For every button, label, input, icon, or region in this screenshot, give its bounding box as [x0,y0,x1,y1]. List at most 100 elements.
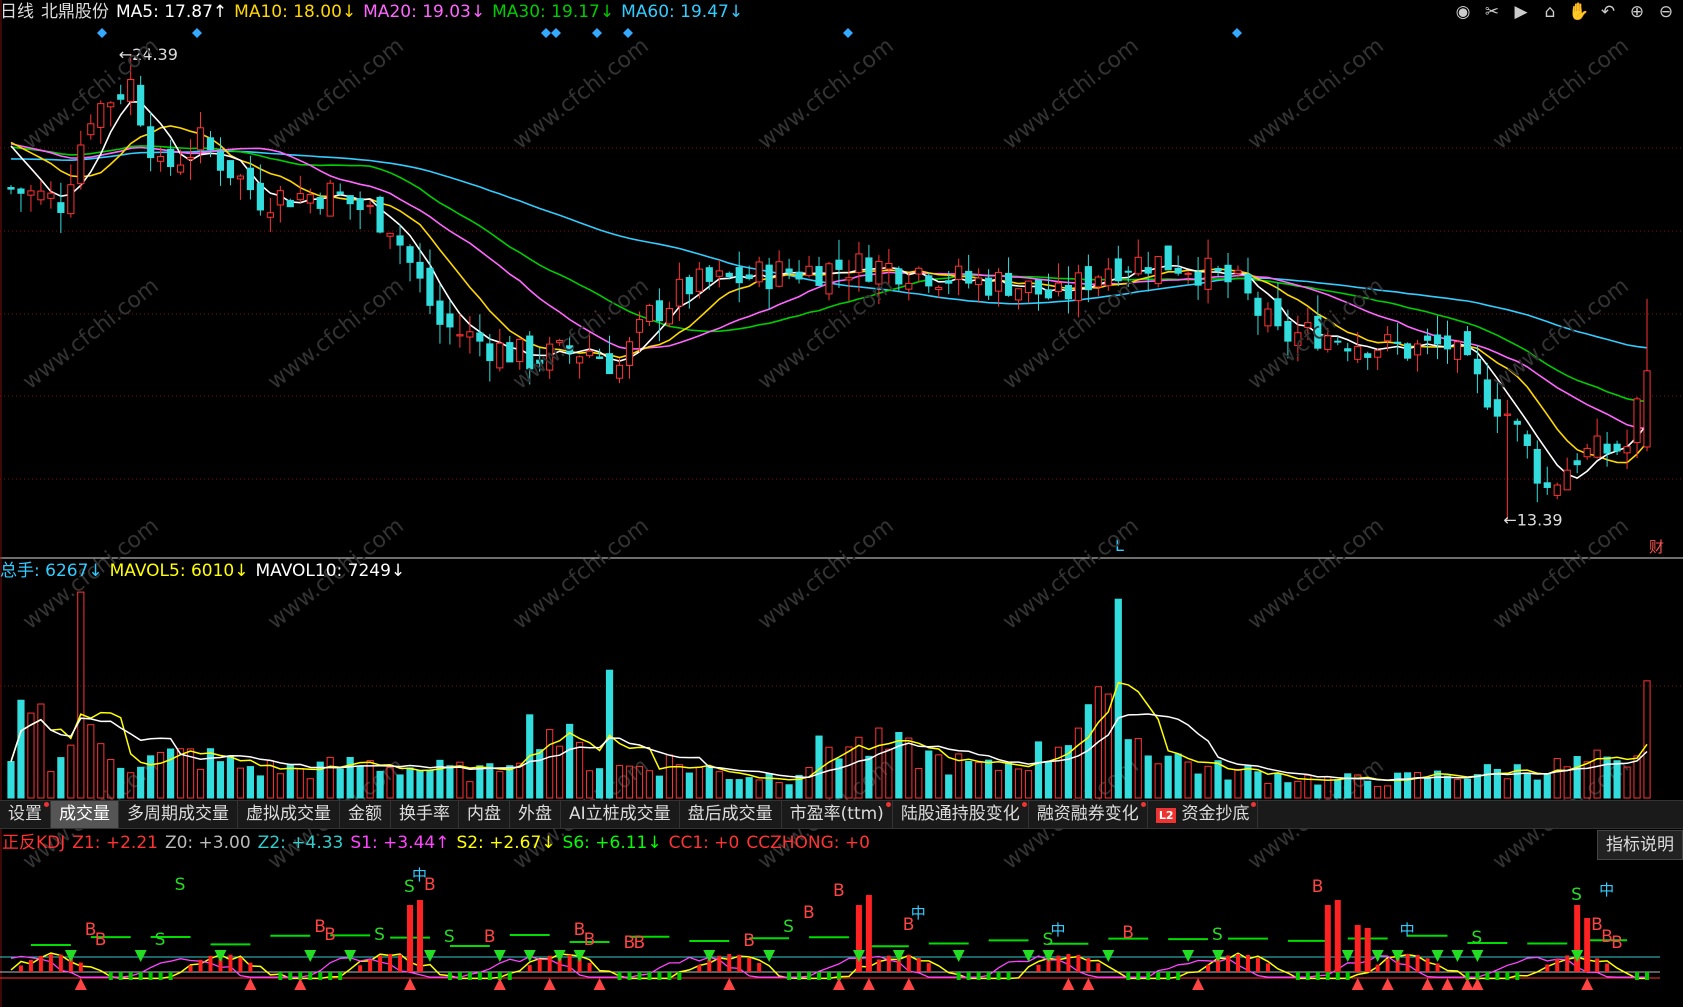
tab-amount[interactable]: 金额 [340,801,391,828]
tab-pe-ttm[interactable]: 市盈率(ttm) [782,801,893,828]
volume-bar [1044,761,1053,799]
buy-arrow [1421,978,1434,990]
ma20-label: MA20: 19.03↓ [363,2,486,22]
kdj-up-bar [1245,954,1250,972]
tab-settings[interactable]: 设置 [0,801,51,828]
volume-bar [1034,741,1043,799]
volume-bar [466,781,474,799]
kdj-up-bar [1076,954,1081,972]
tab-margin-trading[interactable]: 融资融券变化 [1029,801,1148,828]
volume-bar [1274,773,1282,799]
kdj-up-bar [567,954,572,972]
kdj-down-bar [1136,972,1141,980]
volume-bar [426,769,434,799]
volume-bar [1014,768,1023,799]
tab-after-hours-volume[interactable]: 盘后成交量 [680,801,782,828]
volume-bar [196,768,205,799]
kdj-down-bar [1156,972,1161,980]
kdj-down-bar [1485,972,1490,980]
stock-chart[interactable]: ←24.39←13.39L 财www.cfchi.com www.cfchi.com… [0,0,1683,1007]
candle-body [1044,289,1053,299]
indicator-explain-button[interactable]: 指标说明 [1597,830,1683,860]
tab-outer-volume[interactable]: 外盘 [510,801,561,828]
candle-body [1244,274,1252,294]
undo-icon[interactable]: ↶ [1597,1,1619,23]
volume-bar [1174,753,1182,799]
kdj-down-bar [647,972,652,980]
kdj-down-bar [657,972,662,980]
candle-body [1394,341,1402,344]
candle-body [745,274,753,280]
kdj-down-bar [966,972,971,980]
eye-icon[interactable]: ◉ [1452,1,1474,23]
volume-bar [1453,779,1462,799]
zoom-in-icon[interactable]: ⊕ [1626,1,1648,23]
signal-letter: S [155,930,166,950]
tab-multi-period-volume[interactable]: 多周期成交量 [119,801,238,828]
volume-bar [1344,773,1352,799]
candle-body [595,356,604,359]
kdj-z2: Z2: +4.33 [257,833,344,853]
kdj-down-bar [807,972,812,980]
period-label[interactable]: 日线 [0,0,34,24]
candle-body [1473,358,1482,375]
candle-body [1334,340,1342,343]
kdj-down-bar [1295,972,1300,980]
kdj-up-bar [1565,955,1570,972]
volume-bar [346,756,354,799]
event-marker [623,28,633,38]
volume-bar [1394,772,1402,799]
volume-bar [1543,773,1551,799]
candle-body [316,197,324,209]
scissors-icon[interactable]: ✂ [1481,1,1503,23]
candle-body [1583,447,1591,458]
hand-icon[interactable]: ✋ [1568,1,1590,23]
tab-turnover[interactable]: 换手率 [391,801,459,828]
watermark: www.cfchi.com [263,33,408,154]
candle-body [1633,398,1641,444]
kdj-up-bar [537,959,542,972]
kdj-down-bar [288,972,293,980]
kdj-up-bar [248,962,253,972]
volume-bar [705,766,713,799]
tab-hk-connect[interactable]: 陆股通持股变化 [893,801,1029,828]
signal-letter: B [324,925,336,945]
candle-body [1134,256,1142,275]
candle-body [725,272,733,277]
chart-toolbar: ◉ ✂ ▶ ⌂ ✋ ↶ ⊕ ⊖ [1452,0,1677,24]
volume-bar [1643,680,1651,799]
volume-bar [326,756,334,799]
ma60-label: MA60: 19.47↓ [621,2,744,22]
tab-inner-volume[interactable]: 内盘 [459,801,510,828]
tab-fund-bottom[interactable]: L2 资金抄底 [1148,801,1259,828]
volume-bar [67,744,75,799]
buy-arrow [244,978,257,990]
kdj-down-bar [1176,972,1181,980]
volume-bar [1164,755,1172,799]
kdj-down-bar [487,972,492,980]
play-icon[interactable]: ▶ [1510,1,1532,23]
watermark: www.cfchi.com [508,33,653,154]
volume-bar [1144,755,1152,799]
volume-bar [57,757,65,799]
candle-body [576,356,584,364]
kdj-up-bar [1415,954,1420,972]
kdj-up-bar [717,955,722,972]
volume-bar [1284,782,1292,799]
lock-icon[interactable]: ⌂ [1539,1,1561,23]
tab-virtual-volume[interactable]: 虚拟成交量 [238,801,340,828]
tab-volume[interactable]: 成交量 [51,801,119,828]
candle-body [1503,413,1511,416]
volume-bar [356,766,364,799]
tab-ai-volume[interactable]: AI立桩成交量 [561,801,680,828]
candle-body [665,308,673,325]
zoom-out-icon[interactable]: ⊖ [1655,1,1677,23]
volume-bar [1573,756,1581,799]
candle-body [57,202,65,213]
candle-body [1384,334,1392,342]
sell-arrow [344,950,357,962]
candle-body [1094,276,1102,288]
signal-letter: B [484,927,496,947]
candle-body [1174,267,1182,274]
kdj-down-bar [138,972,143,980]
